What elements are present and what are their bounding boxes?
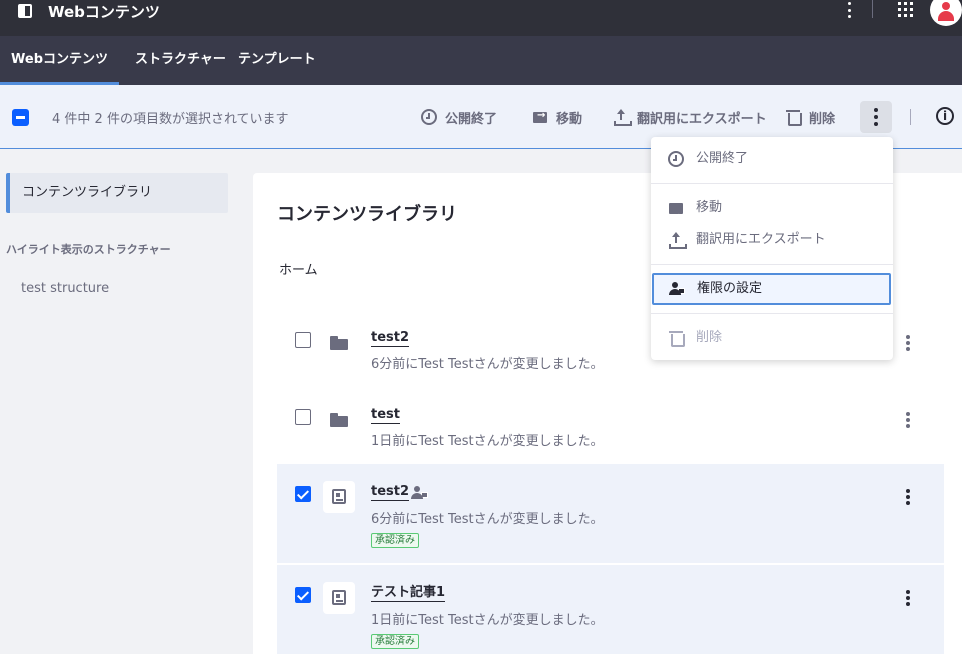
more-actions-dropdown: 公開終了 移動 翻訳用にエクスポート 権限の設定 削除 [651, 137, 893, 360]
page-title: コンテンツライブラリ [277, 204, 457, 225]
article-icon [323, 481, 355, 513]
selection-status: 4 件中 2 件の項目数が選択されています [52, 112, 289, 127]
topbar-divider [872, 0, 873, 18]
breadcrumb[interactable]: ホーム [279, 259, 318, 278]
menu-item-label: 権限の設定 [697, 281, 763, 296]
menu-item-expire[interactable]: 公開終了 [651, 143, 893, 175]
sidebar-item-test-structure[interactable]: test structure [21, 281, 109, 296]
select-all-checkbox[interactable] [12, 109, 29, 126]
menu-item-label: 翻訳用にエクスポート [696, 232, 826, 247]
move-label: 移動 [556, 111, 583, 127]
move-button[interactable]: 移動 [532, 105, 582, 129]
row-checkbox[interactable] [295, 486, 311, 502]
row-checkbox[interactable] [295, 587, 311, 603]
sidebar-heading-highlighted-structures: ハイライト表示のストラクチャー [6, 243, 171, 256]
expire-button[interactable]: 公開終了 [421, 105, 497, 129]
sidebar: コンテンツライブラリ ハイライト表示のストラクチャー test structur… [0, 150, 236, 654]
item-subtitle: 6分前にTest Testさんが変更しました。 [371, 512, 604, 527]
menu-divider [651, 183, 893, 184]
trash-icon [785, 109, 802, 126]
menu-item-export-translation[interactable]: 翻訳用にエクスポート [651, 224, 893, 256]
tab-structures[interactable]: ストラクチャー [131, 36, 230, 85]
export-translation-button[interactable]: 翻訳用にエクスポート [613, 105, 767, 129]
trash-icon [668, 330, 685, 347]
row-options-icon[interactable] [906, 590, 910, 606]
item-subtitle: 1日前にTest Testさんが変更しました。 [371, 613, 604, 628]
permissions-icon [411, 486, 429, 500]
item-subtitle: 6分前にTest Testさんが変更しました。 [371, 357, 604, 372]
permissions-icon [669, 281, 685, 297]
menu-item-label: 削除 [696, 330, 723, 345]
delete-label: 削除 [809, 111, 836, 127]
export-icon [668, 232, 687, 249]
list-item: test 1日前にTest Testさんが変更しました。 [277, 395, 944, 457]
more-actions-button[interactable] [860, 101, 892, 133]
delete-button[interactable]: 削除 [785, 105, 835, 129]
row-options-icon[interactable] [906, 412, 910, 428]
folder-icon [330, 413, 348, 427]
menu-divider [651, 313, 893, 314]
top-navigation-bar: Webコンテンツ [0, 0, 962, 36]
status-badge: 承認済み [371, 634, 419, 649]
clock-icon [668, 151, 684, 167]
item-title[interactable]: test2 [371, 330, 410, 347]
tab-bar: Webコンテンツ ストラクチャー テンプレート [0, 36, 962, 85]
tab-templates[interactable]: テンプレート [234, 36, 320, 85]
item-title[interactable]: test [371, 407, 400, 424]
export-icon [613, 109, 632, 126]
menu-item-label: 移動 [696, 200, 723, 215]
row-options-icon[interactable] [906, 335, 910, 351]
list-item: テスト記事1 1日前にTest Testさんが変更しました。 承認済み [277, 565, 944, 654]
apps-grid-icon[interactable] [898, 2, 913, 17]
row-options-icon[interactable] [906, 489, 910, 505]
item-title[interactable]: テスト記事1 [371, 585, 446, 602]
export-translation-label: 翻訳用にエクスポート [637, 111, 767, 127]
row-checkbox[interactable] [295, 409, 311, 425]
expire-label: 公開終了 [445, 111, 498, 127]
list-item: test2 6分前にTest Testさんが変更しました。 承認済み [277, 464, 944, 563]
row-checkbox[interactable] [295, 332, 311, 348]
move-folder-icon [532, 109, 548, 125]
item-subtitle: 1日前にTest Testさんが変更しました。 [371, 434, 604, 449]
info-icon[interactable]: i [936, 107, 954, 125]
more-options-icon[interactable] [846, 2, 852, 18]
menu-item-delete[interactable]: 削除 [651, 322, 893, 354]
item-title[interactable]: test2 [371, 484, 410, 501]
menu-item-move[interactable]: 移動 [651, 192, 893, 233]
tab-web-content[interactable]: Webコンテンツ [0, 36, 119, 85]
article-icon [323, 582, 355, 614]
menu-item-label: 公開終了 [696, 151, 749, 166]
user-avatar[interactable] [930, 0, 962, 26]
toolbar-divider [910, 109, 911, 125]
app-title: Webコンテンツ [48, 3, 160, 21]
menu-item-permissions[interactable]: 権限の設定 [652, 273, 891, 305]
move-folder-icon [668, 200, 684, 233]
sidebar-item-content-library[interactable]: コンテンツライブラリ [6, 173, 228, 213]
folder-icon [330, 336, 348, 350]
menu-divider [651, 264, 893, 265]
status-badge: 承認済み [371, 533, 419, 548]
product-menu-icon[interactable] [18, 4, 32, 18]
clock-icon [421, 109, 437, 125]
